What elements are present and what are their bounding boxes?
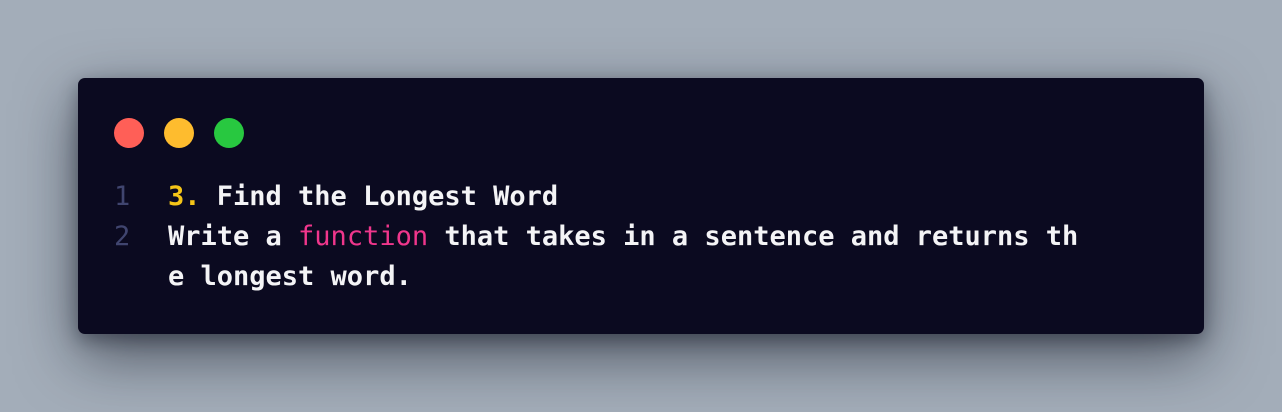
- code-block: 1 3. Find the Longest Word 2 Write a fun…: [114, 177, 1078, 297]
- code-line-2-wrap: e longest word.: [114, 257, 1078, 297]
- code-text: that takes in a sentence and returns th: [428, 221, 1079, 252]
- code-line-2: 2 Write a function that takes in a sente…: [114, 217, 1078, 257]
- line-number: 1: [114, 181, 131, 212]
- keyword-token: function: [298, 221, 429, 252]
- minimize-dot-icon[interactable]: [164, 118, 194, 148]
- code-line-1: 1 3. Find the Longest Word: [114, 177, 1078, 217]
- list-number-token: 3.: [168, 181, 201, 212]
- close-dot-icon[interactable]: [114, 118, 144, 148]
- code-text: e longest word.: [168, 261, 412, 292]
- maximize-dot-icon[interactable]: [214, 118, 244, 148]
- line-number: 2: [114, 221, 131, 252]
- line-number-blank: [114, 257, 168, 297]
- code-window: 1 3. Find the Longest Word 2 Write a fun…: [78, 78, 1204, 334]
- code-text: Write a: [168, 221, 299, 252]
- heading-text: Find the Longest Word: [200, 181, 559, 212]
- window-controls: [114, 118, 244, 148]
